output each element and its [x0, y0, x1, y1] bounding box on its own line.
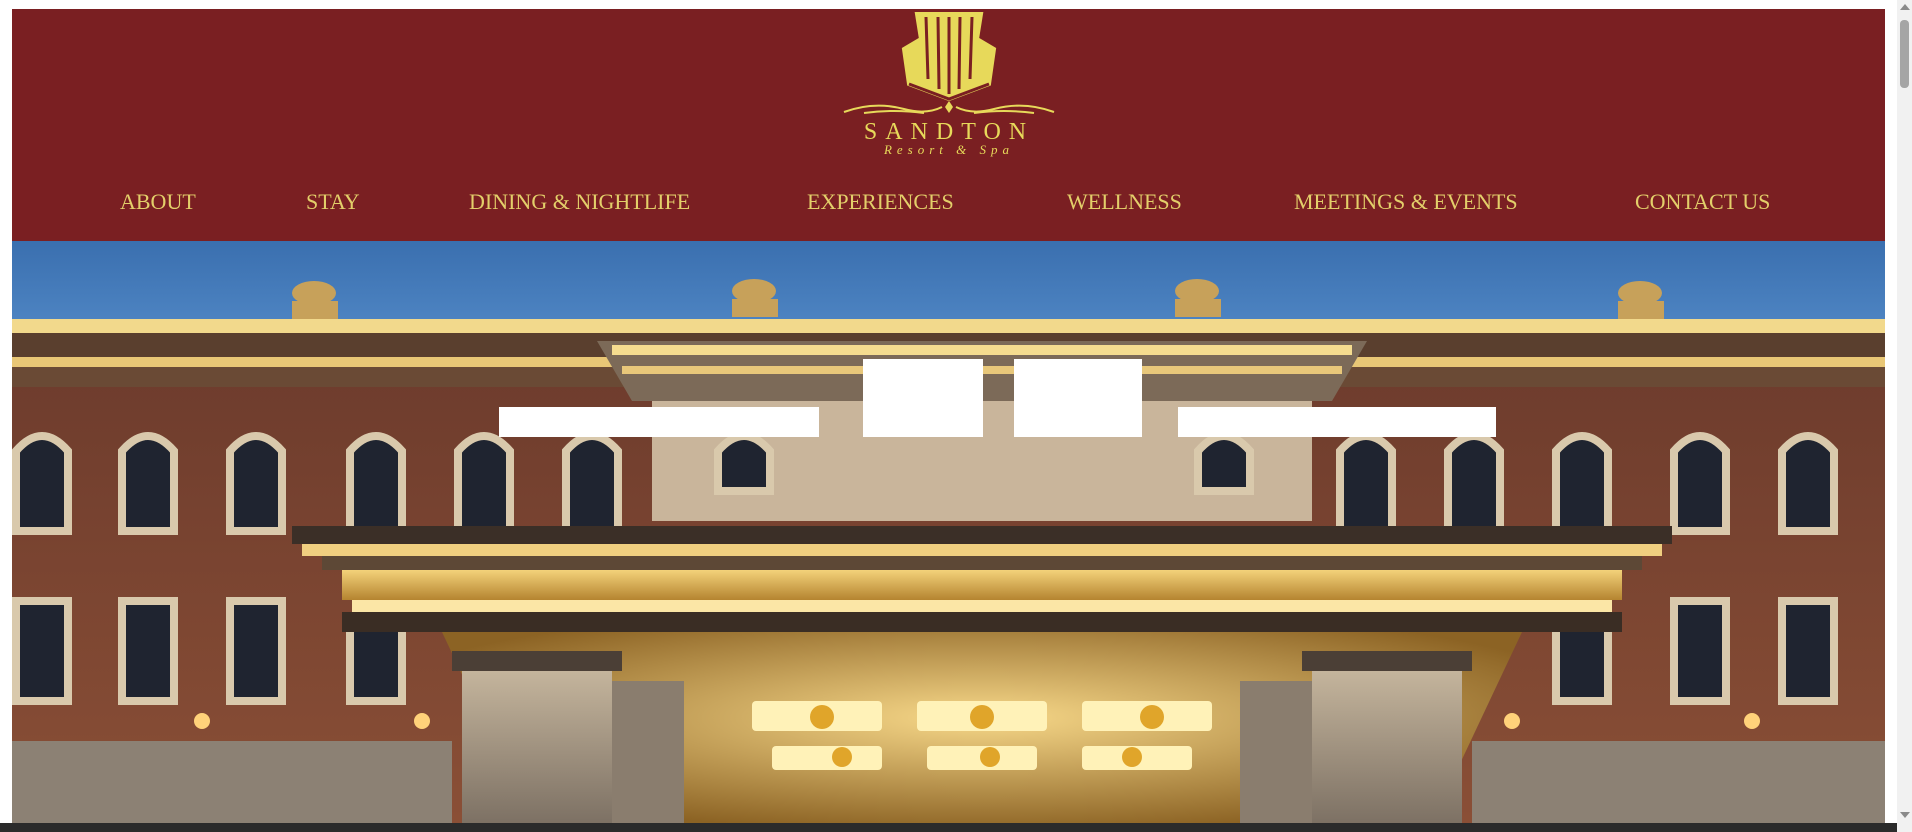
nav-item-wellness[interactable]: WELLNESS	[1067, 189, 1182, 215]
redacted-block	[863, 359, 983, 437]
nav-item-experiences[interactable]: EXPERIENCES	[807, 189, 954, 215]
scrollbar-thumb[interactable]	[1900, 20, 1909, 88]
castle-crest-icon	[843, 12, 1055, 114]
redacted-block	[1178, 407, 1496, 437]
site-header: SANDTON Resort & Spa ABOUT STAY DINING &…	[12, 9, 1885, 241]
bottom-edge-bar	[0, 823, 1897, 832]
redacted-block	[499, 407, 819, 437]
brand-tagline: Resort & Spa	[883, 142, 1015, 157]
scroll-down-icon[interactable]	[1900, 812, 1910, 818]
nav-item-meetings-events[interactable]: MEETINGS & EVENTS	[1294, 189, 1518, 215]
vertical-scrollbar[interactable]	[1897, 0, 1912, 832]
redacted-block	[1014, 359, 1142, 437]
scroll-up-icon[interactable]	[1900, 4, 1910, 10]
hero-image	[12, 241, 1885, 823]
nav-item-dining-nightlife[interactable]: DINING & NIGHTLIFE	[469, 189, 690, 215]
hotel-facade-photo	[12, 241, 1885, 823]
nav-item-about[interactable]: ABOUT	[120, 189, 196, 215]
main-nav: ABOUT STAY DINING & NIGHTLIFE EXPERIENCE…	[12, 189, 1885, 217]
brand-logo[interactable]: SANDTON Resort & Spa	[834, 9, 1064, 159]
nav-item-stay[interactable]: STAY	[306, 189, 360, 215]
page: SANDTON Resort & Spa ABOUT STAY DINING &…	[12, 9, 1885, 823]
nav-item-contact-us[interactable]: CONTACT US	[1635, 189, 1770, 215]
